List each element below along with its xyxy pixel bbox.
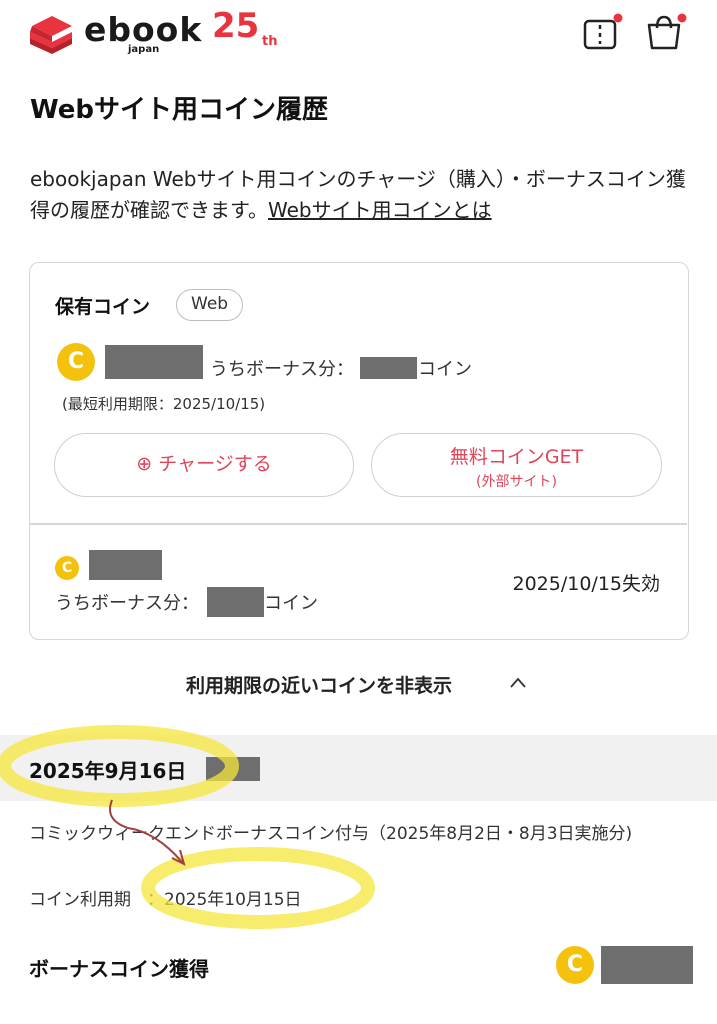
plus-circle-icon: ⊕: [136, 453, 159, 475]
redacted-history-amount: [601, 946, 693, 984]
history-kind: ボーナスコイン獲得: [29, 957, 209, 981]
app-header: ebook japan 25 th: [0, 0, 717, 70]
logo-subtext: japan: [128, 44, 160, 55]
page-title: Webサイト用コイン履歴: [30, 95, 328, 125]
hide-expiring-coins-toggle[interactable]: 利用期限の近いコインを非表示: [186, 671, 452, 698]
card-divider: [30, 523, 687, 525]
history-date-header: 2025年9月16日: [0, 735, 717, 801]
expiring-bonus-unit: コイン: [264, 593, 318, 614]
bonus-coin-unit: コイン: [418, 359, 472, 380]
cart-icon[interactable]: [645, 12, 687, 52]
redacted-expiring-bonus: [207, 587, 264, 617]
redacted-bonus-amount: [360, 357, 417, 379]
redacted-time: [206, 757, 260, 781]
history-description: コミックウィークエンドボーナスコイン付与（2025年8月2日・8月3日実施分): [29, 824, 633, 844]
chevron-up-icon[interactable]: [508, 673, 528, 693]
redacted-expiring-amount: [89, 550, 162, 580]
coin-icon-history: C: [556, 946, 594, 984]
web-coin-info-link[interactable]: Webサイト用コインとは: [268, 198, 492, 222]
book-stack-logo-icon[interactable]: [26, 8, 76, 54]
coin-icon: C: [57, 343, 95, 381]
redacted-coin-balance: [105, 345, 203, 379]
page-description: ebookjapan Webサイト用コインのチャージ（購入）・ボーナスコイン獲得…: [30, 164, 690, 226]
expire-date: 2025/10/15失効: [512, 573, 660, 595]
earliest-expiry: (最短利用期限：2025/10/15): [62, 395, 266, 413]
history-date: 2025年9月16日: [29, 759, 187, 783]
free-coin-button-label: 無料コインGET: [449, 446, 584, 468]
bonus-coin-label: うちボーナス分：: [210, 359, 354, 380]
ticket-icon[interactable]: [582, 12, 624, 52]
charge-button-label: チャージする: [158, 453, 272, 475]
web-badge: Web: [176, 289, 244, 321]
free-coin-button-sublabel: (外部サイト): [476, 474, 557, 490]
charge-button[interactable]: ⊕ チャージする: [54, 433, 354, 497]
history-expiry-label: コイン利用期: [29, 890, 131, 910]
history-expiry: コイン利用期 ：2025年10月15日: [29, 885, 302, 910]
owned-coins-card: 保有コイン Web C うちボーナス分： コイン (最短利用期限：2025/10…: [29, 262, 689, 640]
coin-icon-small: C: [55, 556, 79, 580]
anniversary-mark: 25: [212, 6, 260, 46]
history-expiry-value: ：2025年10月15日: [147, 890, 302, 910]
free-coin-button[interactable]: 無料コインGET (外部サイト): [371, 433, 662, 497]
anniversary-suffix: th: [262, 34, 278, 49]
owned-coins-title: 保有コイン: [55, 296, 151, 318]
expiring-bonus-label: うちボーナス分：: [55, 593, 199, 614]
